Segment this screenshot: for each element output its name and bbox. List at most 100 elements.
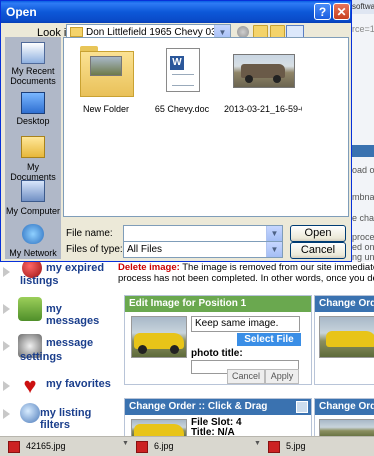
place-desktop[interactable]: Desktop xyxy=(5,89,61,133)
select-file-button[interactable]: Select File xyxy=(237,333,301,346)
sidebar-item-label: my messages xyxy=(46,303,100,327)
cancel-button[interactable]: Cancel xyxy=(290,242,346,259)
files-of-type-dropdown[interactable]: All Files ▼ xyxy=(123,241,283,258)
file-list: New Folder W 65 Chevy.doc 2013-03-21_16-… xyxy=(63,37,349,217)
edge-text: oad o xyxy=(352,165,374,175)
change-order-panel-right: Change Order xyxy=(314,295,374,385)
apply-button[interactable]: Apply xyxy=(265,369,299,384)
image-file-icon xyxy=(268,440,280,453)
place-label: Desktop xyxy=(16,116,50,126)
arrow-icon xyxy=(3,381,10,391)
my-computer-icon xyxy=(21,180,45,202)
arrow-icon xyxy=(3,267,10,277)
files-of-type-value: All Files xyxy=(127,244,163,255)
place-recent-documents[interactable]: My Recent Documents xyxy=(5,39,61,86)
word-w-badge: W xyxy=(170,56,184,70)
desktop-icon xyxy=(21,92,45,114)
place-my-documents[interactable]: My Documents xyxy=(5,133,61,182)
image-file-icon xyxy=(8,440,20,453)
change-order-panel-right-bottom: Change Order xyxy=(314,398,374,438)
sidebar-item-favorites[interactable]: ♥ my favorites xyxy=(0,372,118,402)
drag-handle-icon[interactable] xyxy=(296,401,308,413)
place-my-computer[interactable]: My Computer xyxy=(5,177,61,221)
taskbar-item-label: 42165.jpg xyxy=(26,441,66,451)
folder-icon xyxy=(78,42,134,98)
wheel-shape xyxy=(245,75,253,83)
download-bar: 42165.jpg ▼ 6.jpg ▼ 5.jpg xyxy=(0,436,374,456)
sidebar-item-label: my listing filters xyxy=(40,407,92,431)
taskbar-item-label: 5.jpg xyxy=(286,441,306,451)
image-file-icon xyxy=(136,440,148,453)
edge-text: rce=1 xyxy=(352,24,374,34)
files-of-type-label: Files of type: xyxy=(66,244,123,255)
delete-image-text: The image is removed from our site immed… xyxy=(182,262,374,273)
sidebar-item-label: my expired listings xyxy=(20,262,105,287)
messages-icon xyxy=(18,297,42,321)
delete-image-note: Delete image: The image is removed from … xyxy=(118,262,374,284)
arrow-icon xyxy=(3,341,10,351)
favorites-heart-icon: ♥ xyxy=(23,373,37,398)
file-item-doc[interactable]: W 65 Chevy.doc xyxy=(146,42,218,114)
sidebar-item-label: my favorites xyxy=(46,378,111,390)
edge-text: e chan xyxy=(352,213,374,223)
file-slot-value: 4 xyxy=(236,417,242,428)
arrow-icon xyxy=(3,304,10,314)
current-image-thumbnail xyxy=(131,316,187,358)
change-order-drag-header: Change Order :: Click & Drag xyxy=(125,399,311,415)
taskbar-item[interactable]: 5.jpg xyxy=(268,439,368,454)
sidebar-item-messages[interactable]: my messages xyxy=(0,295,118,327)
open-file-dialog: Open ? ✕ Look in: Don Littlefield 1965 C… xyxy=(0,0,352,262)
sidebar-item-label: message settings xyxy=(20,337,94,363)
place-label: My Network xyxy=(9,248,57,258)
place-my-network[interactable]: My Network xyxy=(5,221,61,265)
my-documents-icon xyxy=(21,136,45,158)
dialog-titlebar[interactable]: Open ? ✕ xyxy=(1,1,351,23)
folder-preview xyxy=(90,56,122,76)
delete-image-label: Delete image: xyxy=(118,262,180,273)
wheel-shape xyxy=(138,345,147,354)
delete-image-text-2: process has not been completed. In other… xyxy=(118,273,374,284)
file-item-image[interactable]: 2013-03-21_16-59-00.... xyxy=(224,42,302,114)
change-order-panel: Change Order :: Click & Drag File Slot: … xyxy=(124,398,312,440)
chevron-down-icon[interactable]: ▼ xyxy=(122,440,129,447)
change-order-header: Change Order xyxy=(315,296,374,312)
sidebar-item-listing-filters[interactable]: my listing filters xyxy=(0,400,118,431)
file-item-folder[interactable]: New Folder xyxy=(70,42,142,114)
file-name-input[interactable]: ▼ xyxy=(123,225,283,242)
taskbar-item[interactable]: 42165.jpg xyxy=(8,439,122,454)
chevron-down-icon[interactable]: ▼ xyxy=(266,242,282,257)
edit-image-header: Edit Image for Position 1 xyxy=(125,296,311,312)
cancel-edit-button[interactable]: Cancel xyxy=(227,369,265,384)
edit-image-panel: Edit Image for Position 1 Keep same imag… xyxy=(124,295,312,385)
chevron-down-icon[interactable]: ▼ xyxy=(254,440,261,447)
listing-filters-icon xyxy=(20,403,40,423)
place-label: My Recent Documents xyxy=(10,66,56,86)
arrow-icon xyxy=(3,409,10,419)
chevron-down-icon[interactable]: ▼ xyxy=(266,226,282,241)
edge-text: proce xyxy=(352,232,374,242)
doc-lines xyxy=(172,74,194,86)
edge-text: ng unti xyxy=(352,252,374,262)
edge-text: ed on xyxy=(352,242,374,252)
close-button[interactable]: ✕ xyxy=(333,3,350,20)
image-thumbnail xyxy=(319,316,374,358)
photo-title-label: photo title: xyxy=(191,348,243,359)
car-shape xyxy=(326,331,374,347)
keep-same-image-option[interactable]: Keep same image. xyxy=(191,316,300,332)
file-name-label: 65 Chevy.doc xyxy=(154,104,210,114)
recent-documents-icon xyxy=(21,42,45,64)
help-button[interactable]: ? xyxy=(314,3,331,20)
taskbar-item[interactable]: 6.jpg xyxy=(136,439,250,454)
taskbar-item-label: 6.jpg xyxy=(154,441,174,451)
wheel-shape xyxy=(273,75,281,83)
file-name-label: File name: xyxy=(66,228,113,239)
my-network-icon xyxy=(22,224,44,244)
folder-icon xyxy=(70,27,83,38)
sidebar-item-message-settings[interactable]: message settings xyxy=(0,332,118,366)
wheel-shape xyxy=(170,345,179,354)
open-button[interactable]: Open xyxy=(290,225,346,242)
file-name-label: 2013-03-21_16-59-00.... xyxy=(224,104,302,114)
file-name-label: New Folder xyxy=(82,104,129,114)
edge-text: software xyxy=(352,2,374,11)
edge-text: mbnai xyxy=(352,192,374,202)
